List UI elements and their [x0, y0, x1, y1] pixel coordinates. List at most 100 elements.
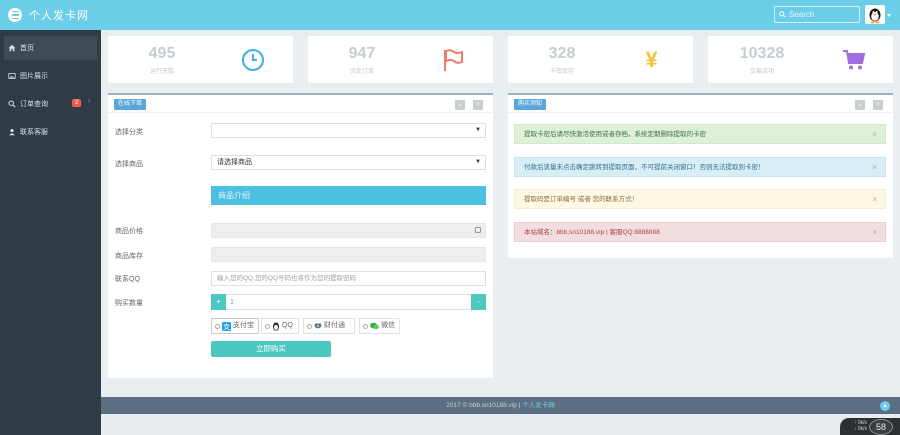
radio-icon [215, 323, 220, 329]
stat-value: 328 [548, 45, 576, 62]
top-bar: 个人发卡网 [0, 0, 900, 30]
quantity-decrease-button[interactable]: - [471, 294, 486, 310]
site-title[interactable]: 个人发卡网 [29, 7, 89, 23]
stock-field [211, 247, 486, 262]
bottom-area [101, 414, 900, 435]
stat-label: 运行天数 [149, 69, 174, 75]
notice-warning: 提取码是订单编号 或者 您的联系方式！ × [514, 189, 886, 209]
notice-text: 付款后该量未点击确定跳转到提取页面，不可提前关闭窗口！否则无法提取到卡密！ [524, 164, 765, 171]
notice-success: 提取卡密后请尽快激活使用或者存档，系统定期删除提取的卡密 × [514, 124, 886, 144]
sidebar-item-label: 联系客服 [20, 129, 48, 136]
product-value: 请选择商品 [217, 159, 252, 166]
stat-card-uptime: 495 运行天数 [108, 36, 293, 83]
footer: 2017 © bbb.sn10188.vip | 个人发卡网 [101, 397, 900, 414]
radio-icon [265, 323, 270, 329]
clock-icon [240, 47, 265, 72]
sidebar: 首页 图片展示 订单查询 2 › 联系客服 [0, 30, 101, 435]
close-icon[interactable]: × [473, 100, 483, 110]
caret-down-icon[interactable] [887, 14, 891, 17]
contact-qq-input[interactable] [211, 271, 486, 286]
footer-separator: | [518, 402, 521, 409]
price-field [211, 223, 486, 238]
stat-card-success: 10328 交易成功 [708, 36, 893, 83]
quantity-input[interactable] [226, 294, 471, 310]
quantity-label: 购买数量 [115, 300, 143, 307]
order-panel-header: 在线下单 ⌄ × [108, 95, 493, 113]
pay-option-wechat[interactable]: 微信 [359, 318, 400, 334]
avatar[interactable] [865, 5, 885, 24]
sidebar-item-gallery[interactable]: 图片展示 [4, 64, 97, 88]
search-box [774, 6, 860, 23]
collapse-icon[interactable]: ⌄ [855, 100, 865, 110]
stat-label: 历史订单 [349, 69, 374, 75]
tenpay-icon [314, 323, 322, 329]
speed-percent-badge[interactable]: 58 [869, 419, 893, 435]
notice-panel-header: 购买须知 ⌄ × [508, 95, 893, 113]
qq-penguin-icon [869, 8, 881, 24]
footer-link[interactable]: 个人发卡网 [522, 402, 555, 409]
close-icon[interactable]: × [872, 223, 877, 243]
notice-panel: 购买须知 ⌄ × 提取卡密后请尽快激活使用或者存档，系统定期删除提取的卡密 × 付… [508, 93, 893, 258]
category-label: 选择分类 [115, 129, 143, 136]
close-icon[interactable]: × [872, 125, 877, 145]
pay-option-alipay[interactable]: 支 支付宝 [211, 318, 259, 334]
sidebar-item-label: 订单查询 [20, 101, 48, 108]
panel-title: 在线下单 [114, 99, 147, 110]
search-icon [779, 11, 786, 18]
stat-card-orders: 947 历史订单 [308, 36, 493, 83]
stat-card-stock: 328 卡密库存 ¥ [508, 36, 693, 83]
home-icon [8, 44, 16, 52]
wechat-icon [370, 322, 379, 330]
pay-option-tenpay[interactable]: 财付通 [303, 318, 355, 334]
sidebar-item-support[interactable]: 联系客服 [4, 120, 97, 144]
pay-option-label: 微信 [381, 322, 395, 329]
notice-info: 付款后该量未点击确定跳转到提取页面，不可提前关闭窗口！否则无法提取到卡密！ × [514, 157, 886, 177]
sidebar-item-label: 首页 [20, 45, 34, 52]
svg-text:支: 支 [223, 322, 230, 331]
chevron-right-icon: › [88, 98, 91, 105]
close-icon[interactable]: × [872, 158, 877, 178]
pay-option-label: 支付宝 [233, 322, 254, 329]
stat-value: 10328 [739, 45, 785, 62]
category-select[interactable]: ▼ [211, 123, 486, 138]
search-input[interactable] [789, 10, 857, 19]
quantity-increase-button[interactable]: + [211, 294, 226, 310]
close-icon[interactable]: × [872, 190, 877, 210]
notice-text: 提取卡密后请尽快激活使用或者存档，系统定期删除提取的卡密 [524, 131, 706, 138]
back-to-top-icon[interactable]: ▲ [880, 401, 890, 411]
menu-toggle-button[interactable] [8, 8, 22, 22]
product-info-button[interactable]: 商品介绍 [211, 186, 486, 205]
buy-now-button[interactable]: 立即购买 [211, 341, 331, 357]
alipay-icon: 支 [222, 321, 231, 331]
flag-icon [440, 47, 465, 72]
price-label: 商品价格 [115, 228, 143, 235]
collapse-icon[interactable]: ⌄ [455, 100, 465, 110]
edit-icon [475, 227, 481, 233]
close-icon[interactable]: × [873, 100, 883, 110]
speed-percent: 58 [875, 422, 886, 432]
pay-option-label: QQ [282, 322, 293, 329]
download-speed: ↓ 0k/s [854, 426, 868, 432]
pay-option-qq[interactable]: QQ [261, 318, 299, 334]
radio-icon [307, 323, 312, 329]
yen-icon: ¥ [645, 46, 658, 72]
product-select[interactable]: 请选择商品 ▼ [211, 155, 486, 170]
panel-title: 购买须知 [514, 99, 547, 110]
caret-down-icon: ▼ [475, 159, 481, 165]
sidebar-item-home[interactable]: 首页 [4, 36, 97, 60]
stat-value: 495 [148, 45, 176, 62]
stat-value: 947 [348, 45, 376, 62]
radio-icon [363, 323, 368, 329]
order-panel: 在线下单 ⌄ × 选择分类 ▼ 选择商品 请选择商品 ▼ 商品介绍 商品价格 商… [108, 93, 493, 378]
stock-label: 商品库存 [115, 253, 143, 260]
search-icon [8, 100, 16, 108]
qq-icon [273, 322, 279, 331]
notice-text: 本站域名：bbb.sn10188.vip | 客服QQ:8888888 [524, 229, 660, 236]
sidebar-item-label: 图片展示 [20, 73, 48, 80]
stat-label: 交易成功 [749, 69, 774, 75]
footer-copyright: 2017 © bbb.sn10188.vip [446, 402, 517, 409]
notification-badge: 2 [72, 99, 82, 107]
sidebar-item-order-query[interactable]: 订单查询 2 › [4, 92, 97, 116]
notice-text: 提取码是订单编号 或者 您的联系方式！ [524, 196, 639, 203]
cart-icon [841, 47, 866, 72]
